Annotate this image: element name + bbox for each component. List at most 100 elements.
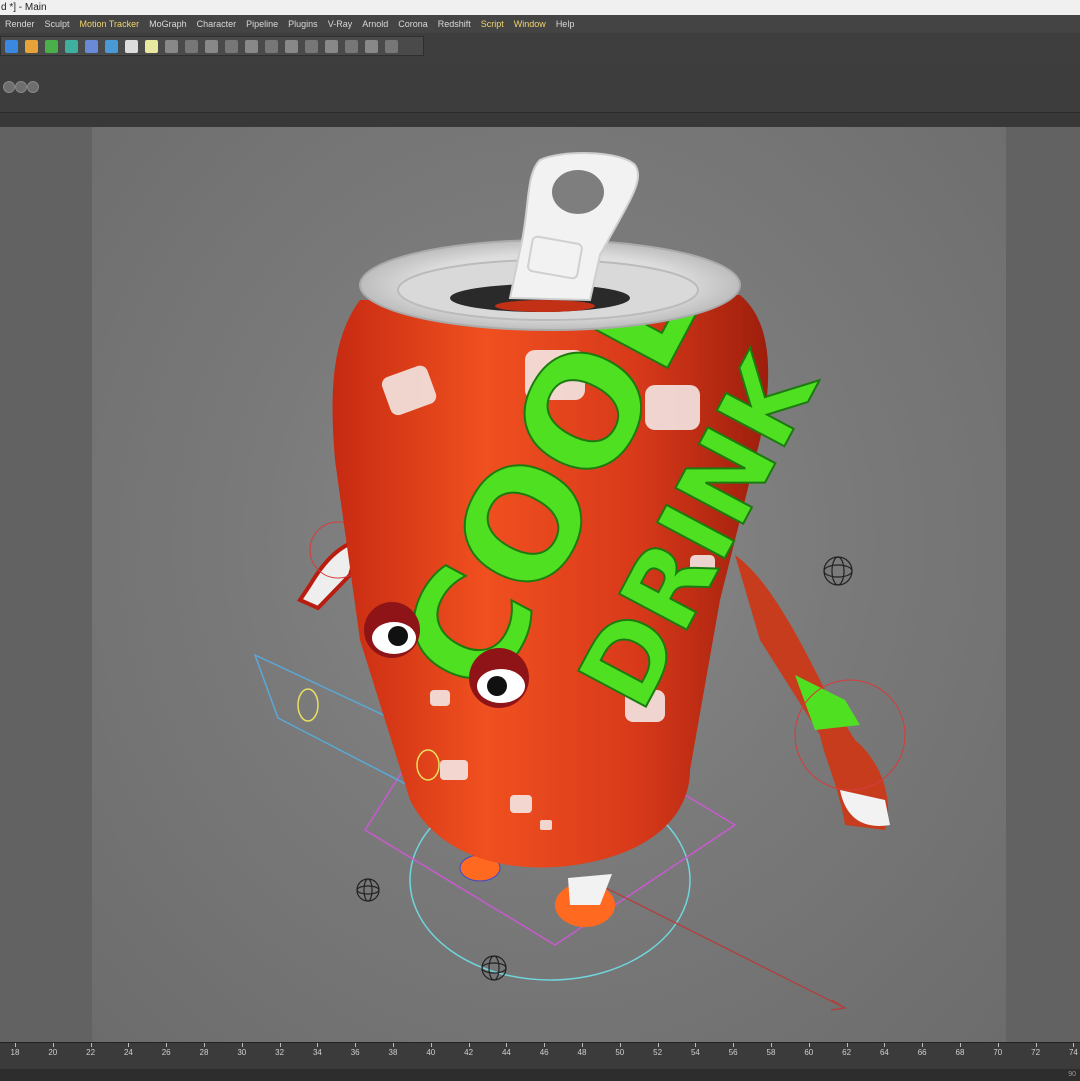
pen-icon-glyph [24, 39, 38, 53]
frame-tick-label: 58 [766, 1048, 776, 1057]
frame-tick [15, 1043, 16, 1047]
cube-icon[interactable] [1, 37, 21, 55]
secondary-panel [0, 57, 1080, 112]
matrix-icon-glyph [364, 39, 378, 53]
wrap-icon-glyph [304, 39, 318, 53]
array-icon[interactable] [321, 37, 341, 55]
bend-icon[interactable] [201, 37, 221, 55]
camera-icon[interactable] [121, 37, 141, 55]
floor-icon-glyph [104, 39, 118, 53]
hand-controller-left[interactable] [297, 688, 319, 722]
frame-tick-label: 62 [842, 1048, 852, 1057]
bulge-icon[interactable] [261, 37, 281, 55]
frame-tick-label: 22 [86, 1048, 96, 1057]
tool-palette [0, 36, 424, 56]
frame-tick-label: 66 [917, 1048, 927, 1057]
menu-item-arnold[interactable]: Arnold [357, 19, 393, 29]
wrap-icon[interactable] [301, 37, 321, 55]
frame-tick-label: 38 [388, 1048, 398, 1057]
pen-icon[interactable] [21, 37, 41, 55]
menu-item-help[interactable]: Help [551, 19, 580, 29]
menu-item-motion-tracker[interactable]: Motion Tracker [75, 19, 145, 29]
bend-icon-glyph [204, 39, 218, 53]
twist-icon-glyph [224, 39, 238, 53]
frame-tick [1035, 1043, 1037, 1047]
menu-item-script[interactable]: Script [476, 19, 509, 29]
frame-tick [582, 1043, 583, 1047]
axis-line [599, 884, 846, 1009]
cylinder-icon-glyph [84, 39, 98, 53]
menu-item-plugins[interactable]: Plugins [283, 19, 323, 29]
cylinder-icon[interactable] [81, 37, 101, 55]
cloner-icon[interactable] [341, 37, 361, 55]
frame-tick-label: 20 [48, 1048, 58, 1057]
twist-icon[interactable] [221, 37, 241, 55]
frame-tick-label: 70 [993, 1048, 1003, 1057]
frame-tick [960, 1043, 961, 1047]
frame-tick [204, 1043, 205, 1047]
scene-render: COOL DRINK [253, 152, 906, 1011]
sphere-icon-glyph [44, 39, 58, 53]
frame-tick [884, 1043, 886, 1047]
light-icon-glyph [144, 39, 158, 53]
grid-icon[interactable] [161, 37, 181, 55]
frame-ruler[interactable]: 18 20 22 24 26 28 30 32 34 36 38 40 42 44 46 48 50 52 54 56… [0, 1043, 1080, 1067]
frame-tick-label: 72 [1031, 1048, 1041, 1057]
bulge-icon-glyph [264, 39, 278, 53]
frame-tick-label: 54 [690, 1048, 700, 1057]
frame-tick-label: 32 [275, 1048, 285, 1057]
frame-tick-label: 26 [161, 1048, 171, 1057]
menu-item-character[interactable]: Character [192, 19, 242, 29]
frame-tick-label: 30 [237, 1048, 247, 1057]
frame-tick [430, 1043, 432, 1047]
window-titlebar: d *] - Main [0, 0, 1080, 15]
frame-tick [997, 1043, 999, 1047]
camera-icon-glyph [124, 39, 138, 53]
frame-tick-label: 74 [1068, 1048, 1078, 1057]
frame-tick [657, 1043, 659, 1047]
fracture-icon-glyph [384, 39, 398, 53]
frame-tick-label: 18 [10, 1048, 20, 1057]
frame-tick [90, 1043, 92, 1047]
end-frame: 90 [1068, 1071, 1076, 1078]
mode-button[interactable] [3, 81, 15, 93]
menu-item-mograph[interactable]: MoGraph [144, 19, 192, 29]
menu-item-render[interactable]: Render [0, 19, 40, 29]
grid-icon-glyph [164, 39, 178, 53]
gear-icon[interactable] [61, 37, 81, 55]
floor-icon[interactable] [101, 37, 121, 55]
fracture-icon[interactable] [381, 37, 401, 55]
frame-tick-label: 36 [350, 1048, 360, 1057]
hexagon-icon[interactable] [181, 37, 201, 55]
frame-tick-label: 60 [804, 1048, 814, 1057]
menu-item-v-ray[interactable]: V-Ray [323, 19, 358, 29]
frame-tick-label: 56 [728, 1048, 738, 1057]
separator [0, 112, 1080, 128]
frame-tick [846, 1043, 848, 1047]
taper-icon[interactable] [241, 37, 261, 55]
mode-button[interactable] [15, 81, 27, 93]
light-icon[interactable] [141, 37, 161, 55]
frame-tick [317, 1043, 319, 1047]
menu-item-pipeline[interactable]: Pipeline [241, 19, 283, 29]
frame-tick-label: 50 [615, 1048, 625, 1057]
sphere-icon[interactable] [41, 37, 61, 55]
menu-item-redshift[interactable]: Redshift [433, 19, 476, 29]
shear-icon[interactable] [281, 37, 301, 55]
frame-tick [619, 1043, 621, 1047]
menu-item-corona[interactable]: Corona [393, 19, 433, 29]
frame-tick [468, 1043, 470, 1047]
frame-tick [52, 1043, 54, 1047]
frame-tick-label: 68 [955, 1048, 965, 1057]
3d-viewport[interactable]: COOL DRINK [0, 127, 1080, 1042]
mode-button[interactable] [27, 81, 39, 93]
frame-tick [922, 1043, 924, 1047]
frame-tick [695, 1043, 697, 1047]
matrix-icon[interactable] [361, 37, 381, 55]
frame-tick-label: 24 [123, 1048, 133, 1057]
menu-item-sculpt[interactable]: Sculpt [40, 19, 75, 29]
frame-tick-label: 44 [501, 1048, 511, 1057]
menu-item-window[interactable]: Window [509, 19, 551, 29]
timeline[interactable]: 18 20 22 24 26 28 30 32 34 36 38 40 42 44 46 48 50 52 54 56… [0, 1042, 1080, 1081]
frame-tick-label: 64 [879, 1048, 889, 1057]
